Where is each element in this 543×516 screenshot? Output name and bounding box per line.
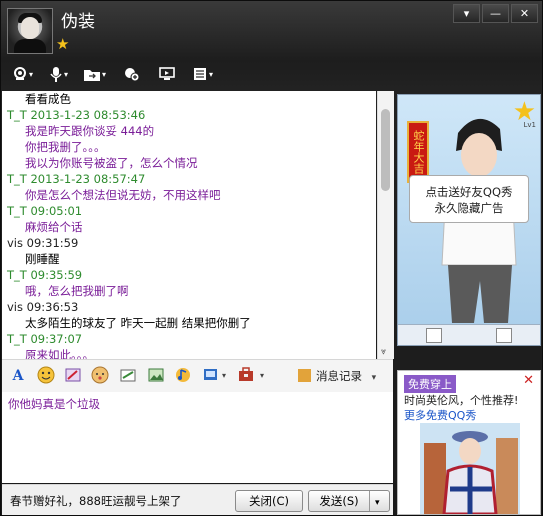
chat-line: T_T 09:05:01 xyxy=(7,204,83,218)
add-friend-button[interactable] xyxy=(116,63,146,85)
message-history-button[interactable]: 消息记录 ▾ xyxy=(298,368,376,384)
magic-icon[interactable] xyxy=(63,366,83,386)
message-history[interactable]: 看看成色 T_T 2013-1-23 08:53:46 我是昨天跟你谈妥 444… xyxy=(2,91,376,359)
promo-link[interactable]: 春节赠好礼，888旺运靓号上架了 xyxy=(10,493,181,509)
ad-more-link[interactable]: 更多免费QQ秀 xyxy=(404,407,476,423)
send-image-dropdown-icon[interactable]: ▾ xyxy=(214,366,234,386)
file-transfer-button[interactable]: ▾ xyxy=(80,63,110,85)
voice-button[interactable]: ▾ xyxy=(44,63,74,85)
send-options-dropdown-icon[interactable]: ▾ xyxy=(375,498,380,508)
screenshot-icon[interactable] xyxy=(118,366,138,386)
scrollbar-thumb[interactable] xyxy=(381,109,390,191)
chat-line: T_T 2013-1-23 08:53:46 xyxy=(7,108,146,122)
window-controls: ▾ — ✕ xyxy=(451,4,538,23)
ad-outfit-image xyxy=(420,423,520,514)
format-toolbar: A ▾ ▾ 消息记录 ▾ xyxy=(2,359,393,393)
folder-icon xyxy=(83,69,100,81)
close-window-button[interactable]: ✕ xyxy=(511,4,538,23)
chat-line: T_T 2013-1-23 08:57:47 xyxy=(7,172,146,186)
show-view-icon[interactable] xyxy=(496,328,512,343)
image-icon[interactable] xyxy=(146,366,166,386)
chat-line: 看看成色 xyxy=(25,92,71,106)
profile-view-icon[interactable] xyxy=(426,328,442,343)
contact-avatar[interactable] xyxy=(7,8,53,54)
chat-toolbar: ▾ ▾ ▾ ▾ xyxy=(8,63,224,85)
ad-line-1: 时尚英伦风，个性推荐! xyxy=(404,394,519,407)
history-label: 消息记录 xyxy=(316,369,362,383)
chat-line: vis 09:36:53 xyxy=(7,300,79,314)
ad-close-icon[interactable]: ✕ xyxy=(523,373,534,388)
history-icon xyxy=(298,369,311,382)
font-icon[interactable]: A xyxy=(8,366,28,386)
smiley-icon[interactable] xyxy=(36,366,56,386)
side-panel-footer xyxy=(398,324,540,345)
chat-scrollbar[interactable]: ⩔ xyxy=(377,91,394,359)
app-list-icon xyxy=(193,68,206,80)
scroll-down-icon[interactable]: ⩔ xyxy=(381,347,386,357)
webcam-icon xyxy=(13,67,26,80)
chat-line: 刚睡醒 xyxy=(25,252,60,266)
chat-line: 哦，怎么把我删了啊 xyxy=(25,284,129,298)
screen-share-icon xyxy=(159,67,175,80)
chat-line: 我是昨天跟你谈妥 444的 xyxy=(25,124,155,138)
bubble-line-1: 点击送好友QQ秀 xyxy=(425,185,513,199)
chat-line: 麻烦给个话 xyxy=(25,220,83,234)
qq-show-panel[interactable]: 蛇年大吉 ★ Lv1 点击送好友QQ秀 永久隐藏广告 xyxy=(397,94,541,346)
chat-line: vis 09:31:59 xyxy=(7,236,79,250)
chat-line: T_T 09:37:07 xyxy=(7,332,83,346)
chat-line: 太多陌生的球友了 昨天一起删 结果把你删了 xyxy=(25,316,251,330)
message-input[interactable]: 你他妈真是个垃圾 xyxy=(2,392,393,483)
microphone-icon xyxy=(50,66,62,82)
close-button[interactable]: 关闭(C) xyxy=(235,490,303,512)
chat-line: T_T 09:35:59 xyxy=(7,268,83,282)
free-try-tag[interactable]: 免费穿上 xyxy=(404,375,456,393)
remote-assist-button[interactable] xyxy=(152,63,182,85)
chat-line: 你是怎么个想法但说无妨，不用这样吧 xyxy=(25,188,221,202)
webcam-button[interactable]: ▾ xyxy=(8,63,38,85)
chat-line: 原来如此。。。 xyxy=(25,348,94,359)
send-button[interactable]: 发送(S) ▾ xyxy=(308,490,390,512)
vip-star-icon: ★ xyxy=(56,35,70,53)
chat-window: 伪装 ★ ▾ — ✕ ▾ ▾ ▾ ▾ 看看成色 T_T 2013-1-23 08… xyxy=(0,0,543,516)
chat-line: 我以为你账号被盗了，怎么个情况 xyxy=(25,156,198,170)
ad-panel[interactable]: 免费穿上 ✕ 时尚英伦风，个性推荐! 更多免费QQ秀 xyxy=(397,370,541,515)
emoji-icon[interactable] xyxy=(90,366,110,386)
send-button-label: 发送(S) xyxy=(309,491,370,511)
add-person-icon xyxy=(124,68,139,81)
toolbox-dropdown-icon[interactable]: ▾ xyxy=(252,366,272,386)
new-year-banner: 蛇年大吉 xyxy=(407,121,429,183)
promo-bubble[interactable]: 点击送好友QQ秀 永久隐藏广告 xyxy=(409,175,529,223)
message-input-text: 你他妈真是个垃圾 xyxy=(8,397,100,411)
music-icon[interactable] xyxy=(173,366,193,386)
history-dropdown-icon[interactable]: ▾ xyxy=(372,373,377,383)
chat-line: 你把我删了。。。 xyxy=(25,140,106,154)
bottom-bar: 春节赠好礼，888旺运靓号上架了 关闭(C) 发送(S) ▾ xyxy=(2,484,393,515)
app-menu-button[interactable]: ▾ xyxy=(188,63,218,85)
menu-dropdown-button[interactable]: ▾ xyxy=(453,4,480,23)
bubble-line-2: 永久隐藏广告 xyxy=(434,201,504,215)
minimize-button[interactable]: — xyxy=(482,4,509,23)
contact-name: 伪装 xyxy=(61,12,95,32)
